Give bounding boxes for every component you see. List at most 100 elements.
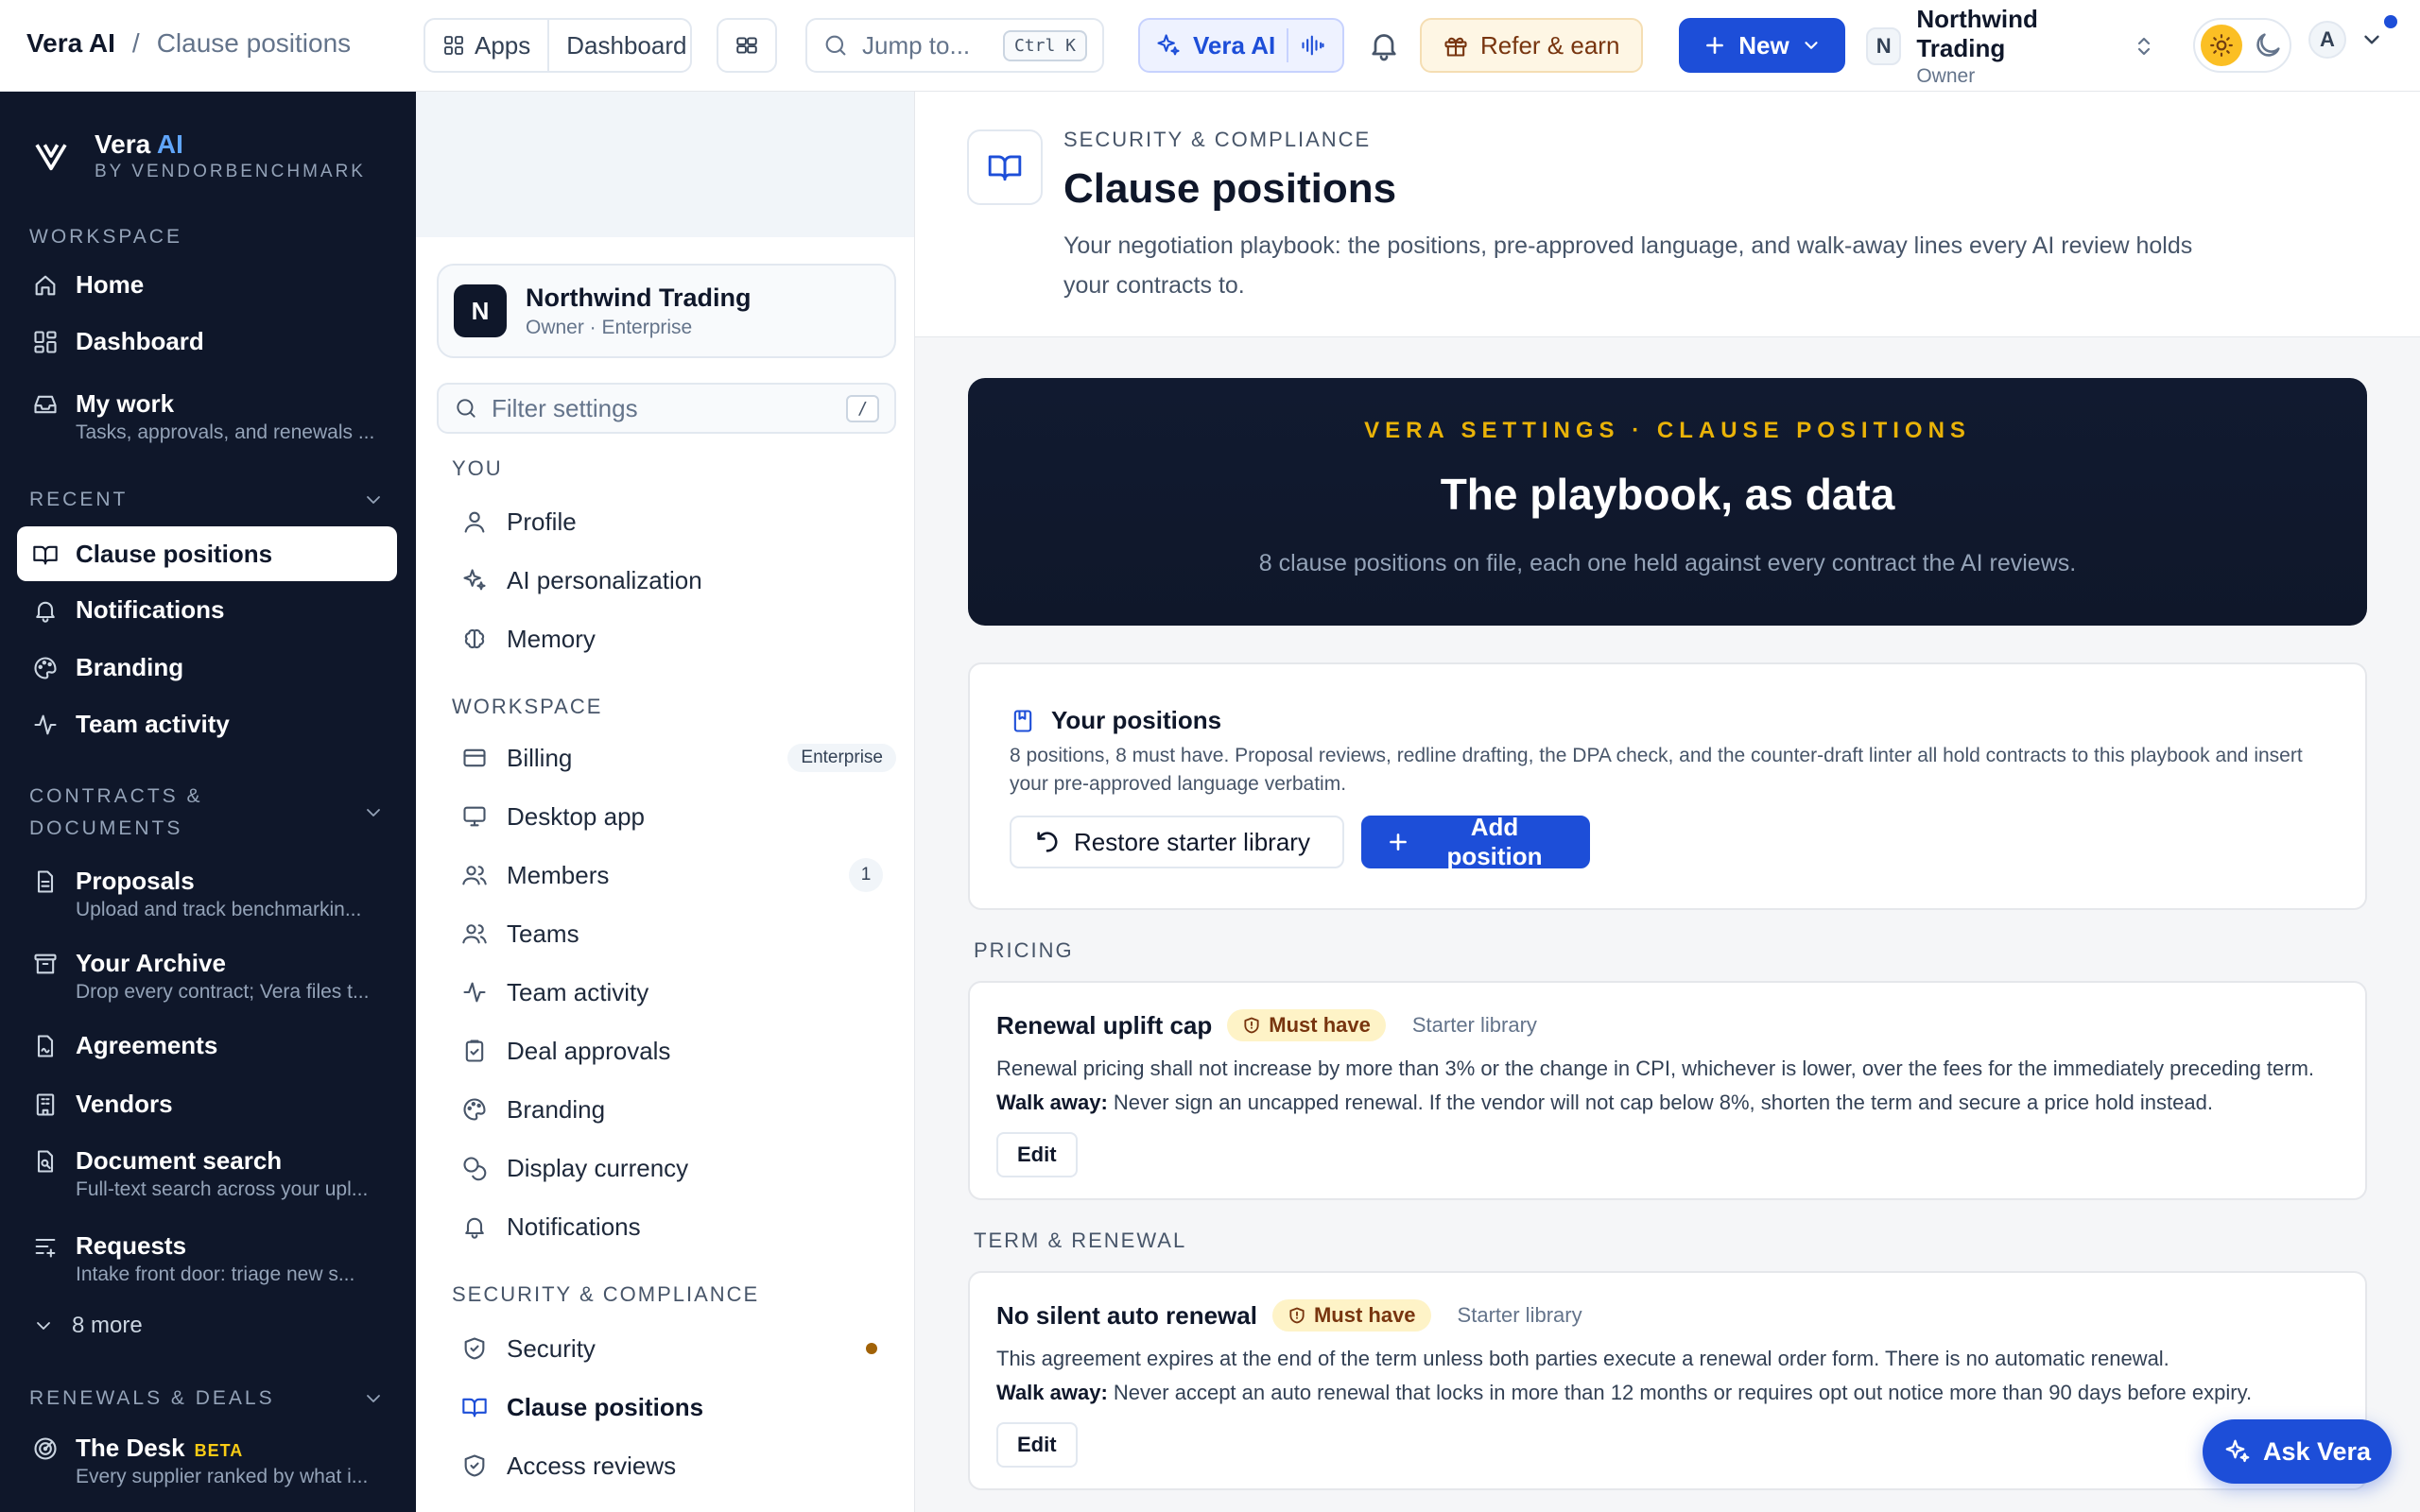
jump-to-search[interactable]: Jump to... Ctrl K	[805, 18, 1104, 73]
unread-dot	[2384, 15, 2397, 28]
theme-toggle[interactable]	[2193, 18, 2291, 73]
position-source: Starter library	[1411, 1013, 1537, 1037]
settings-teams[interactable]: Teams	[461, 913, 896, 954]
apps-button[interactable]: Apps	[425, 20, 547, 71]
hero-title: The playbook, as data	[1440, 470, 1895, 519]
user-avatar: A	[2308, 21, 2346, 59]
nav-notifications[interactable]: Notifications	[17, 595, 397, 625]
settings-memory[interactable]: Memory	[461, 618, 896, 660]
brand-byline: BY VENDORBENCHMARK	[95, 162, 366, 181]
page-eyebrow: SECURITY & COMPLIANCE	[1063, 128, 1372, 151]
new-label: New	[1738, 30, 1789, 60]
settings-deal-approvals[interactable]: Deal approvals	[461, 1030, 896, 1072]
settings-billing[interactable]: Billing Enterprise	[461, 737, 896, 779]
notifications-bell-button[interactable]	[1367, 28, 1401, 62]
settings-display-currency[interactable]: Display currency	[461, 1147, 896, 1189]
plan-badge: Enterprise	[787, 744, 896, 772]
vera-ai-button[interactable]: Vera AI	[1138, 18, 1344, 73]
org-name: Northwind Trading	[526, 283, 752, 312]
edit-position-button[interactable]: Edit	[996, 1422, 1078, 1468]
brand[interactable]: Vera AI BY VENDORBENCHMARK	[32, 129, 366, 182]
settings-team-activity[interactable]: Team activity	[461, 971, 896, 1013]
security-status-dot	[866, 1343, 877, 1354]
settings-members[interactable]: Members 1	[461, 854, 896, 896]
org-card[interactable]: N Northwind Trading Owner · Enterprise	[437, 264, 896, 358]
dashboard-button[interactable]: Dashboard	[547, 20, 703, 71]
settings-clause-positions[interactable]: Clause positions	[461, 1386, 896, 1428]
grid-icon	[442, 34, 465, 57]
position-language: This agreement expires at the end of the…	[996, 1347, 2169, 1370]
section-renewals-deals[interactable]: RENEWALS & DEALS	[29, 1383, 380, 1415]
org-avatar: N	[454, 284, 507, 337]
rotate-ccw-icon	[1034, 829, 1061, 855]
settings-branding[interactable]: Branding	[461, 1089, 896, 1130]
nav-more[interactable]: 8 more	[17, 1313, 397, 1339]
user-menu[interactable]: A	[2308, 15, 2397, 59]
nav-document-search[interactable]: Document search Full-text search across y…	[17, 1146, 397, 1201]
section-workspace: WORKSPACE	[29, 226, 182, 248]
nav-team-activity[interactable]: Team activity	[17, 710, 397, 739]
chevron-down-icon	[362, 489, 385, 511]
position-title: No silent auto renewal	[996, 1300, 1257, 1330]
breadcrumb-current: Clause positions	[156, 28, 352, 58]
org-switcher[interactable]: N Northwind Trading Owner	[1866, 5, 2155, 87]
bell-icon	[1367, 28, 1401, 62]
inbox-icon	[32, 391, 59, 418]
settings-profile[interactable]: Profile	[461, 501, 896, 542]
breadcrumb-separator: /	[131, 28, 140, 58]
nav-vendors[interactable]: Vendors	[17, 1090, 397, 1119]
nav-the-desk[interactable]: The Desk BETA Every supplier ranked by wh…	[17, 1434, 397, 1488]
nav-home[interactable]: Home	[17, 270, 397, 300]
palette-icon	[461, 1096, 488, 1123]
refer-and-earn-button[interactable]: Refer & earn	[1420, 18, 1643, 73]
settings-access-reviews[interactable]: Access reviews	[461, 1445, 896, 1486]
settings-security[interactable]: Security	[461, 1328, 896, 1369]
brain-icon	[461, 626, 488, 652]
layout-toggle-button[interactable]	[717, 18, 777, 73]
sparkles-icon	[2223, 1437, 2252, 1466]
nav-dashboard[interactable]: Dashboard	[17, 327, 397, 356]
vera-ai-label: Vera AI	[1193, 30, 1276, 60]
page-description: Your negotiation playbook: the positions…	[1063, 232, 2193, 299]
section-contracts-documents[interactable]: CONTRACTS & DOCUMENTS	[29, 781, 380, 845]
hero-banner: VERA SETTINGS · CLAUSE POSITIONS The pla…	[968, 378, 2367, 626]
chevron-down-icon	[362, 1387, 385, 1410]
nav-your-archive[interactable]: Your Archive Drop every contract; Vera fi…	[17, 949, 397, 1004]
settings-desktop-app[interactable]: Desktop app	[461, 796, 896, 837]
moon-icon[interactable]	[2252, 29, 2284, 61]
users-icon	[461, 862, 488, 888]
must-have-badge: Must have	[1227, 1009, 1386, 1041]
group-label: PRICING	[974, 938, 1074, 962]
voice-waveform-icon[interactable]	[1300, 32, 1326, 59]
page-title: Clause positions	[1063, 165, 1397, 212]
nav-my-work[interactable]: My work Tasks, approvals, and renewals ..…	[17, 389, 397, 444]
breadcrumb-app[interactable]: Vera AI	[26, 28, 115, 59]
bell-icon	[461, 1213, 488, 1240]
nav-proposals[interactable]: Proposals Upload and track benchmarkin...	[17, 867, 397, 921]
book-open-icon	[461, 1394, 488, 1420]
nav-clause-positions[interactable]: Clause positions	[17, 526, 397, 581]
section-security-compliance: SECURITY & COMPLIANCE	[452, 1282, 760, 1306]
settings-notifications[interactable]: Notifications	[461, 1206, 896, 1247]
file-signature-icon	[32, 1033, 59, 1059]
activity-icon	[32, 712, 59, 738]
ask-vera-button[interactable]: Ask Vera	[2203, 1419, 2392, 1484]
nav-agreements[interactable]: Agreements	[17, 1031, 397, 1060]
settings-ai-personalization[interactable]: AI personalization	[461, 559, 896, 601]
search-icon	[454, 396, 478, 421]
sun-icon[interactable]	[2201, 25, 2242, 66]
palette-icon	[32, 655, 59, 681]
restore-starter-library-button[interactable]: Restore starter library	[1010, 816, 1344, 868]
filter-settings-input[interactable]	[492, 393, 834, 423]
section-recent[interactable]: RECENT	[29, 484, 380, 516]
nav-branding[interactable]: Branding	[17, 653, 397, 682]
nav-requests[interactable]: Requests Intake front door: triage new s.…	[17, 1231, 397, 1286]
edit-position-button[interactable]: Edit	[996, 1132, 1078, 1177]
new-button[interactable]: New	[1679, 18, 1845, 73]
shield-check-icon	[461, 1335, 488, 1362]
coins-icon	[461, 1155, 488, 1181]
list-filter-icon	[32, 1233, 59, 1260]
credit-card-icon	[461, 745, 488, 771]
add-position-button[interactable]: Add position	[1361, 813, 1590, 870]
plus-icon	[1386, 830, 1410, 854]
